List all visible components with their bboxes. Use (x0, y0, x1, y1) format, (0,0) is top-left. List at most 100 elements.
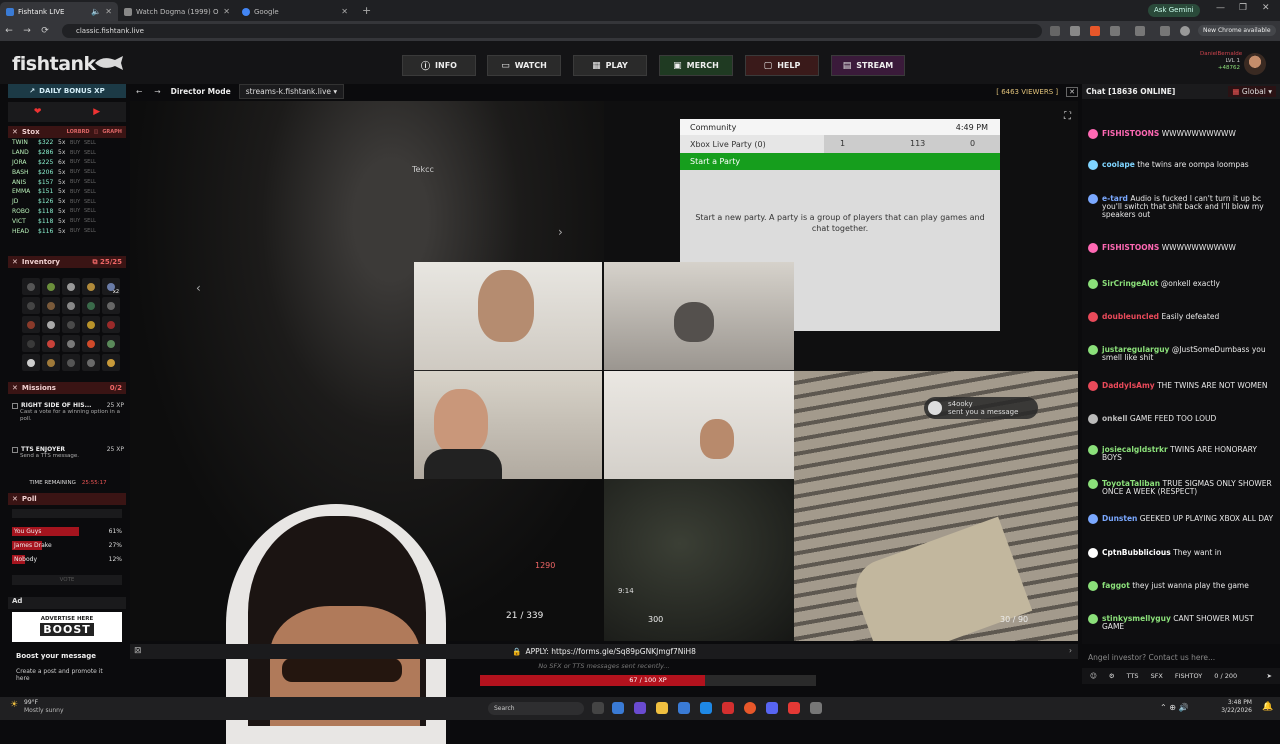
chat-input[interactable]: Angel investor? Contact us here... (1082, 648, 1280, 666)
chat-message[interactable]: coolape the twins are oompa loompas (1088, 160, 1276, 170)
inventory-slot[interactable] (82, 297, 100, 314)
close-tab-icon[interactable]: ✕ (223, 7, 230, 16)
stox-row[interactable]: HEAD $116 5x BUY SELL (8, 226, 126, 236)
chevron-right-icon[interactable]: › (1069, 646, 1072, 655)
close-tab-icon[interactable]: ✕ (341, 7, 348, 16)
chat-message[interactable]: ToyotaTaliban TRUE SIGMAS ONLY SHOWER ON… (1088, 479, 1276, 496)
nav-merch-button[interactable]: ▣ MERCH (659, 55, 733, 76)
stream-select[interactable]: streams-k.fishtank.live ▾ (238, 84, 345, 99)
chrome-icon[interactable] (744, 702, 756, 714)
extension-icon[interactable] (1135, 26, 1145, 36)
stox-sell-button[interactable]: SELL (84, 218, 96, 224)
stox-buy-button[interactable]: BUY (70, 208, 84, 214)
chat-message[interactable]: doubleuncled Easily defeated (1088, 312, 1276, 322)
stox-sell-button[interactable]: SELL (84, 159, 96, 165)
tab-dogma[interactable]: Watch Dogma (1999) Online [Fre ✕ (118, 2, 236, 21)
stox-buy-button[interactable]: BUY (70, 179, 84, 185)
inventory-slot[interactable] (22, 354, 40, 371)
stox-sell-button[interactable]: SELL (84, 179, 96, 185)
youtube-icon[interactable]: ▶ (93, 107, 100, 117)
stox-row[interactable]: BASH $206 5x BUY SELL (8, 167, 126, 177)
extension-icon[interactable] (1110, 26, 1120, 36)
forward-arrow-icon[interactable]: → (148, 87, 166, 96)
inventory-slot[interactable] (22, 316, 40, 333)
edge-icon[interactable] (612, 702, 624, 714)
inventory-slot[interactable] (22, 335, 40, 352)
chat-message[interactable]: FISHISTOONS WWWWWWWWWW (1088, 243, 1276, 253)
app-icon[interactable] (788, 702, 800, 714)
inventory-slot[interactable] (102, 316, 120, 333)
stox-sell-button[interactable]: SELL (84, 150, 96, 156)
stox-row[interactable]: LAND $286 5x BUY SELL (8, 148, 126, 158)
inventory-slot[interactable] (22, 297, 40, 314)
avatar[interactable] (1244, 53, 1266, 75)
inventory-slot[interactable] (42, 335, 60, 352)
inventory-slot[interactable] (22, 278, 40, 295)
inventory-slot[interactable] (62, 297, 80, 314)
stox-graph-button[interactable]: GRAPH (102, 129, 122, 135)
poll-option[interactable]: James Drake 27% (12, 541, 122, 550)
close-banner-icon[interactable]: ⊠ (134, 646, 142, 656)
tab-fishtank[interactable]: Fishtank LIVE 🔈 ✕ (0, 2, 118, 21)
chat-message[interactable]: onkell GAME FEED TOO LOUD (1088, 414, 1276, 424)
extension-icon[interactable] (1160, 26, 1170, 36)
checkbox[interactable] (12, 403, 18, 409)
app-icon[interactable] (700, 702, 712, 714)
send-icon[interactable]: ➤ (1267, 672, 1272, 680)
inventory-slot[interactable] (42, 316, 60, 333)
star-icon[interactable] (1070, 26, 1080, 36)
user-info[interactable]: DanielBernalde LVL 1 +48762 (1200, 51, 1242, 72)
daily-bonus-button[interactable]: ↗ DAILY BONUS XP (8, 84, 126, 98)
stox-sell-button[interactable]: SELL (84, 228, 96, 234)
stox-buy-button[interactable]: BUY (70, 228, 84, 234)
inventory-slot[interactable] (82, 316, 100, 333)
chat-message[interactable]: faggot they just wanna play the game (1088, 581, 1276, 591)
file-explorer-icon[interactable] (656, 702, 668, 714)
close-stox-icon[interactable]: ✕ (12, 128, 18, 136)
inventory-slot[interactable] (42, 354, 60, 371)
url-field[interactable]: classic.fishtank.live (62, 24, 1042, 38)
inventory-slot[interactable] (102, 354, 120, 371)
sfx-button[interactable]: SFX (1151, 672, 1163, 680)
stox-buy-button[interactable]: BUY (70, 199, 84, 205)
chat-message[interactable]: e-tard Audio is fucked I can't turn it u… (1088, 194, 1276, 219)
chat-username[interactable]: Dunsten (1102, 514, 1137, 523)
chat-message[interactable]: FISHISTOONS WWWWWWWWWW (1088, 129, 1276, 139)
inventory-slot[interactable] (102, 335, 120, 352)
chrome-update-button[interactable]: New Chrome available (1198, 25, 1276, 36)
inventory-slot[interactable]: x2 (102, 278, 120, 295)
chat-username[interactable]: DaddyIsAmy (1102, 381, 1155, 390)
fullscreen-icon[interactable]: ⛶ (1064, 111, 1071, 122)
discord-icon[interactable] (766, 702, 778, 714)
nav-watch-button[interactable]: ▭ WATCH (487, 55, 561, 76)
minimize-icon[interactable]: — (1216, 3, 1225, 13)
heart-icon[interactable]: ❤ (34, 107, 42, 117)
teams-icon[interactable] (634, 702, 646, 714)
stox-sub[interactable]: LORBRD (67, 129, 90, 135)
chat-username[interactable]: SirCringeAlot (1102, 279, 1158, 288)
apply-banner[interactable]: ⊠ 🔒 APPLY: https://forms.gle/Sq89pGNKJmg… (130, 644, 1078, 659)
close-window-icon[interactable]: ✕ (1262, 3, 1270, 13)
stox-row[interactable]: JORA $225 6x BUY SELL (8, 158, 126, 168)
system-tray-icons[interactable]: ⌃ ⊕ 🔊 (1160, 703, 1188, 712)
inventory-slot[interactable] (62, 316, 80, 333)
nav-play-button[interactable]: ▦ PLAY (573, 55, 647, 76)
notification-icon[interactable]: 🔔 (1262, 702, 1273, 712)
site-logo[interactable]: fishtank (12, 53, 96, 75)
stox-buy-button[interactable]: BUY (70, 150, 84, 156)
nav-info-button[interactable]: ⓘ INFO (402, 55, 476, 76)
tts-button[interactable]: TTS (1127, 672, 1139, 680)
inventory-slot[interactable] (62, 354, 80, 371)
forward-icon[interactable]: → (18, 26, 36, 36)
ask-gemini-button[interactable]: Ask Gemini (1148, 4, 1200, 17)
tab-google[interactable]: Google ✕ (236, 2, 354, 21)
close-player-icon[interactable]: ✕ (1066, 86, 1078, 97)
close-inventory-icon[interactable]: ✕ (12, 258, 18, 266)
close-missions-icon[interactable]: ✕ (12, 384, 18, 392)
chat-username[interactable]: onkell (1102, 414, 1128, 423)
nav-help-button[interactable]: ▢ HELP (745, 55, 819, 76)
fishtoy-button[interactable]: FISHTOY (1175, 672, 1202, 680)
inventory-slot[interactable] (82, 278, 100, 295)
chat-message[interactable]: DaddyIsAmy THE TWINS ARE NOT WOMEN (1088, 381, 1276, 391)
new-tab-button[interactable]: + (354, 4, 379, 17)
